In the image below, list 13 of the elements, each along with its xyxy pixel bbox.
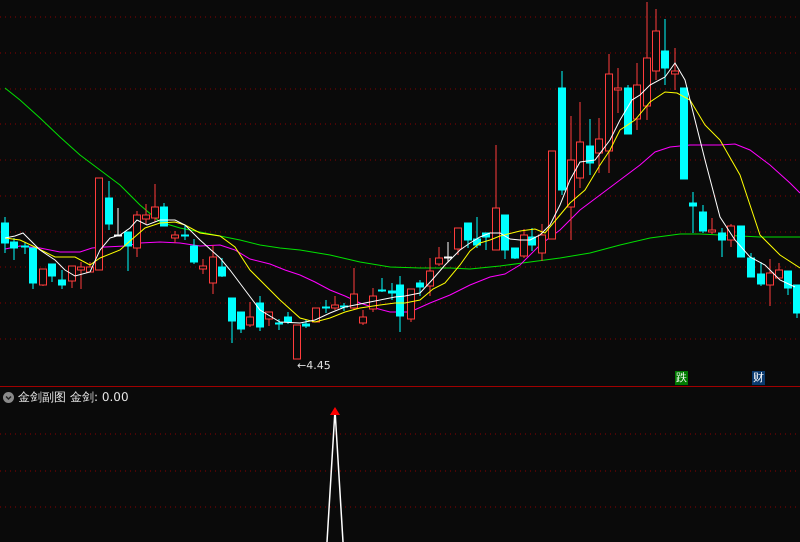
candlestick — [454, 228, 462, 256]
event-badge[interactable]: 财 — [752, 371, 765, 385]
low-price-label: ←4.45 — [297, 359, 331, 373]
candlestick — [171, 230, 179, 244]
indicator-reading: 金剑: 0.00 — [70, 390, 129, 404]
candlestick — [737, 226, 745, 258]
candlestick — [747, 252, 755, 278]
collapse-icon[interactable] — [3, 392, 14, 402]
indicator-title: 金剑副图 — [18, 390, 66, 404]
candlestick — [689, 192, 697, 234]
candlestick — [538, 224, 546, 262]
event-badge[interactable]: 跌 — [675, 371, 688, 385]
candlestick — [58, 270, 66, 290]
